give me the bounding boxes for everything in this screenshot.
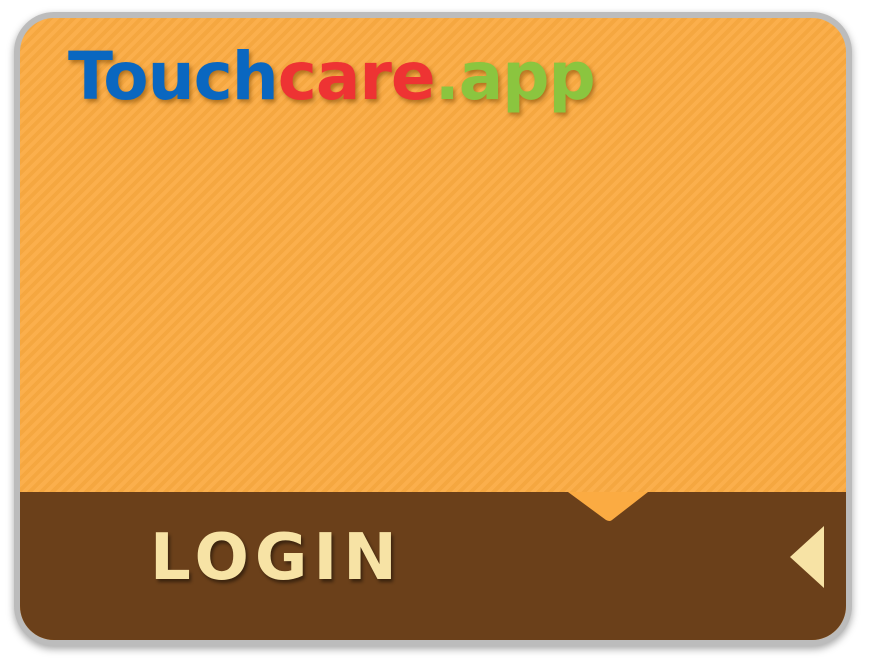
tile-footer-bar [20, 492, 846, 640]
logo-part-touch: Touch [68, 38, 279, 115]
triangle-left-icon[interactable] [790, 526, 824, 588]
notch-pointer [568, 492, 648, 521]
logo-part-care: care [277, 38, 436, 115]
logo-part-app: .app [434, 38, 596, 115]
touchcare-logo: Touchcare.app [68, 44, 596, 110]
login-tile[interactable]: Touchcare.app LOGIN [20, 18, 846, 640]
login-button[interactable]: LOGIN [150, 526, 403, 590]
